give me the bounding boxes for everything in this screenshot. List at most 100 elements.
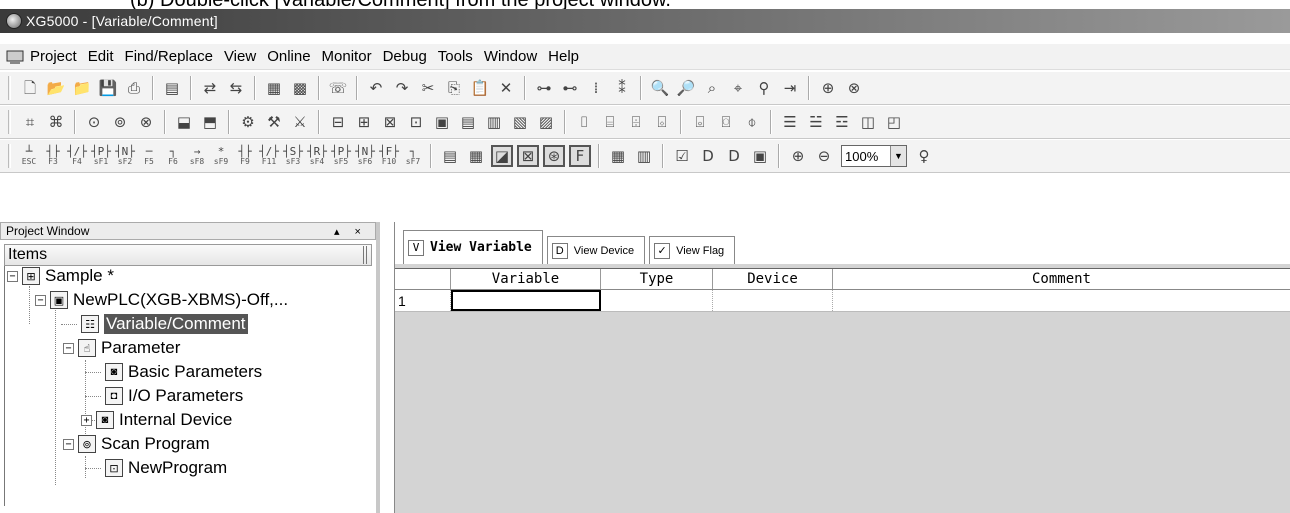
delete-icon[interactable]: ✕: [495, 77, 517, 99]
help-icon[interactable]: ☏: [327, 77, 349, 99]
monitor-stop-icon[interactable]: ⚔: [289, 111, 311, 133]
toolbar-grip[interactable]: [8, 76, 11, 100]
tree-node-project[interactable]: − ⊞ Sample *: [7, 264, 114, 288]
fkey-sf4[interactable]: ┤R├ sF4: [306, 143, 328, 169]
device-ref-icon[interactable]: D: [697, 145, 719, 167]
contact-icon[interactable]: ⌷: [573, 111, 595, 133]
check-program-icon[interactable]: ☑: [671, 145, 693, 167]
collapse-icon[interactable]: −: [63, 342, 74, 354]
tree-node-io-parameters[interactable]: ◘ I/O Parameters: [105, 384, 243, 408]
tree-node-basic-parameters[interactable]: ◙ Basic Parameters: [105, 360, 262, 384]
tab-view-flag[interactable]: ✓ View Flag: [649, 236, 736, 264]
fkey-sf5[interactable]: ┤P├ sF5: [330, 143, 352, 169]
fkey-sf6[interactable]: ┤N├ sF6: [354, 143, 376, 169]
io-map-icon[interactable]: ▦: [607, 145, 629, 167]
fkey-f10[interactable]: ┤F├ F10: [378, 143, 400, 169]
coil-icon[interactable]: ⌸: [599, 111, 621, 133]
tree-node-new-program[interactable]: ⊡ NewProgram: [105, 456, 227, 480]
layout-horizontal-icon[interactable]: ☲: [831, 111, 853, 133]
zoom-out-icon[interactable]: ⊖: [813, 145, 835, 167]
plc-info-icon[interactable]: ⊟: [327, 111, 349, 133]
read-icon[interactable]: ⬒: [199, 111, 221, 133]
connect-icon[interactable]: ⇄: [199, 77, 221, 99]
fkey-f3-contact[interactable]: ┤├ F3: [42, 143, 64, 169]
items-column-header[interactable]: Items: [4, 244, 372, 266]
search-inst-icon[interactable]: ⌽: [741, 111, 763, 133]
extra-tool-icon[interactable]: ♀: [913, 145, 935, 167]
zoom-in-icon[interactable]: ⊕: [787, 145, 809, 167]
plc-error-icon[interactable]: ⊠: [379, 111, 401, 133]
module-check-icon[interactable]: ▤: [457, 111, 479, 133]
menu-debug[interactable]: Debug: [383, 48, 427, 65]
collapse-icon[interactable]: −: [7, 270, 18, 282]
device-map-icon[interactable]: ▥: [633, 145, 655, 167]
type-cell[interactable]: [601, 290, 713, 311]
menu-tools[interactable]: Tools: [438, 48, 473, 65]
run-icon[interactable]: ⊙: [83, 111, 105, 133]
fkey-f6[interactable]: ┐ F6: [162, 143, 184, 169]
copy-icon[interactable]: ⎘: [443, 77, 465, 99]
stop-icon[interactable]: ⊚: [109, 111, 131, 133]
online-edit-icon[interactable]: ▨: [535, 111, 557, 133]
project-window-controls[interactable]: ▴ ×: [334, 225, 367, 238]
fkey-sf1[interactable]: ┤P├ sF1: [90, 143, 112, 169]
column-header-device[interactable]: Device: [713, 269, 833, 289]
device-cross-icon[interactable]: ▣: [749, 145, 771, 167]
layout-cascade-icon[interactable]: ☱: [805, 111, 827, 133]
menu-view[interactable]: View: [224, 48, 256, 65]
function-icon[interactable]: ⌻: [689, 111, 711, 133]
column-header-type[interactable]: Type: [601, 269, 713, 289]
redo-icon[interactable]: ↷: [391, 77, 413, 99]
collapse-icon[interactable]: −: [35, 294, 46, 306]
insert-column-icon[interactable]: ⁞: [585, 77, 607, 99]
fkey-sf8[interactable]: → sF8: [186, 143, 208, 169]
tab-view-variable[interactable]: V View Variable: [403, 230, 543, 264]
expand-icon[interactable]: +: [81, 414, 92, 426]
device-use-icon[interactable]: D: [723, 145, 745, 167]
collapse-icon[interactable]: −: [63, 438, 74, 450]
fkey-sf9[interactable]: * sF9: [210, 143, 232, 169]
fkey-f5-line[interactable]: ─ F5: [138, 143, 160, 169]
column-splitter[interactable]: [363, 246, 367, 264]
write-icon[interactable]: ⬓: [173, 111, 195, 133]
view-variable-icon[interactable]: ⊠: [517, 145, 539, 167]
zoom-select[interactable]: 100% ▼: [841, 145, 907, 167]
print-icon[interactable]: ⎙: [123, 77, 145, 99]
replace-all-icon[interactable]: ⌖: [727, 77, 749, 99]
layout-extra-icon[interactable]: ◰: [883, 111, 905, 133]
compile-all-icon[interactable]: ▩: [289, 77, 311, 99]
view-device-icon[interactable]: ⊛: [543, 145, 565, 167]
io-info-icon[interactable]: ⊡: [405, 111, 427, 133]
comment-cell[interactable]: [833, 290, 1290, 311]
paste-icon[interactable]: 📋: [469, 77, 491, 99]
cut-icon[interactable]: ✂: [417, 77, 439, 99]
tree-node-internal-device[interactable]: + ◙ Internal Device: [81, 408, 232, 432]
monitor-pause-icon[interactable]: ⚒: [263, 111, 285, 133]
chevron-down-icon[interactable]: ▼: [890, 146, 906, 166]
tree-node-variable-comment[interactable]: ☷ Variable/Comment: [81, 312, 248, 336]
view-device-comment-icon[interactable]: ◪: [491, 145, 513, 167]
connect-plc-icon[interactable]: ⌗: [19, 111, 41, 133]
reset-coil-icon[interactable]: ⌺: [651, 111, 673, 133]
bookmark-icon[interactable]: ⊕: [817, 77, 839, 99]
compile-icon[interactable]: ▦: [263, 77, 285, 99]
fkey-sf2[interactable]: ┤N├ sF2: [114, 143, 136, 169]
menu-monitor[interactable]: Monitor: [322, 48, 372, 65]
monitor-start-icon[interactable]: ⚙: [237, 111, 259, 133]
menu-project[interactable]: Project: [30, 48, 77, 65]
menu-window[interactable]: Window: [484, 48, 537, 65]
find-next-icon[interactable]: 🔎: [675, 77, 697, 99]
menu-find-replace[interactable]: Find/Replace: [125, 48, 213, 65]
view-flag-icon[interactable]: F: [569, 145, 591, 167]
layout-tile-icon[interactable]: ☰: [779, 111, 801, 133]
find-device-icon[interactable]: ⚲: [753, 77, 775, 99]
toolbar-grip[interactable]: [8, 110, 11, 134]
edit-comment-icon[interactable]: ▧: [509, 111, 531, 133]
trend-icon[interactable]: ▥: [483, 111, 505, 133]
fkey-f11[interactable]: ┤/├ F11: [258, 143, 280, 169]
fkey-sf7[interactable]: ┐ sF7: [402, 143, 424, 169]
fkey-f9[interactable]: ┤├ F9: [234, 143, 256, 169]
undo-icon[interactable]: ↶: [365, 77, 387, 99]
fkey-f4-nc-contact[interactable]: ┤/├ F4: [66, 143, 88, 169]
comment-icon[interactable]: ▤: [439, 145, 461, 167]
